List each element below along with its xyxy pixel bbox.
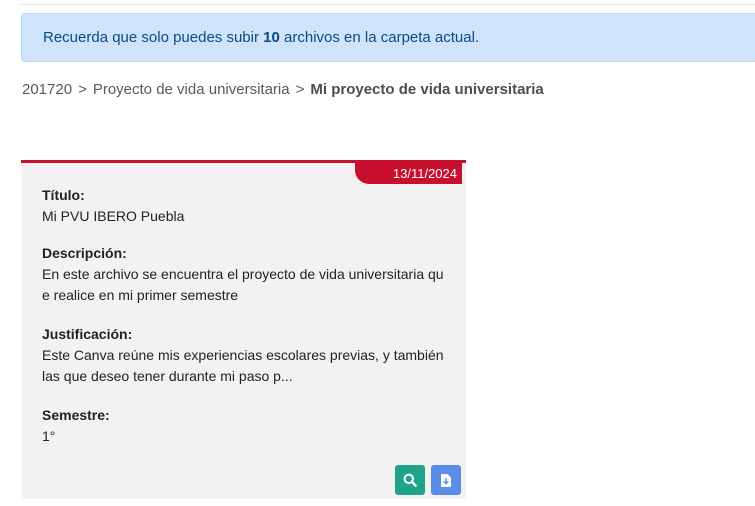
- upload-limit-alert: Recuerda que solo puedes subir 10 archiv…: [21, 13, 755, 62]
- view-button[interactable]: [395, 465, 425, 495]
- alert-text-suffix: archivos en la carpeta actual.: [279, 29, 480, 46]
- description-field: Descripción: En este archivo se encuentr…: [42, 243, 452, 306]
- justification-line-1: Este Canva reúne mis experiencias escola…: [42, 347, 444, 363]
- breadcrumb-item-period[interactable]: 201720: [22, 81, 72, 98]
- title-field: Título: Mi PVU IBERO Puebla: [42, 185, 452, 227]
- semester-value: 1°: [42, 428, 56, 444]
- title-label: Título:: [42, 187, 85, 203]
- semester-label: Semestre:: [42, 407, 110, 423]
- semester-field: Semestre: 1°: [42, 405, 452, 447]
- top-divider: [20, 4, 755, 5]
- alert-text-prefix: Recuerda que solo puedes subir: [43, 29, 264, 46]
- search-icon: [403, 473, 417, 487]
- title-value: Mi PVU IBERO Puebla: [42, 208, 185, 224]
- breadcrumb-current: Mi proyecto de vida universitaria: [310, 81, 544, 98]
- breadcrumb-separator: >: [295, 81, 305, 98]
- file-card: 13/11/2024 Título: Mi PVU IBERO Puebla D…: [21, 160, 466, 499]
- download-button[interactable]: [431, 465, 461, 495]
- description-line-2: e realice en mi primer semestre: [42, 287, 239, 303]
- description-line-1: En este archivo se encuentra el proyecto…: [42, 266, 444, 282]
- justification-field: Justificación: Este Canva reúne mis expe…: [42, 324, 452, 387]
- description-label: Descripción:: [42, 245, 127, 261]
- justification-label: Justificación:: [42, 326, 133, 342]
- download-file-icon: [441, 473, 451, 487]
- justification-line-2: las que deseo tener durante mi paso p...: [42, 368, 293, 384]
- breadcrumb-item-folder[interactable]: Proyecto de vida universitaria: [93, 81, 290, 98]
- breadcrumb: 201720 > Proyecto de vida universitaria > Mi…: [22, 81, 544, 98]
- breadcrumb-separator: >: [78, 81, 87, 98]
- date-badge: 13/11/2024: [354, 163, 462, 184]
- alert-file-count: 10: [263, 29, 280, 46]
